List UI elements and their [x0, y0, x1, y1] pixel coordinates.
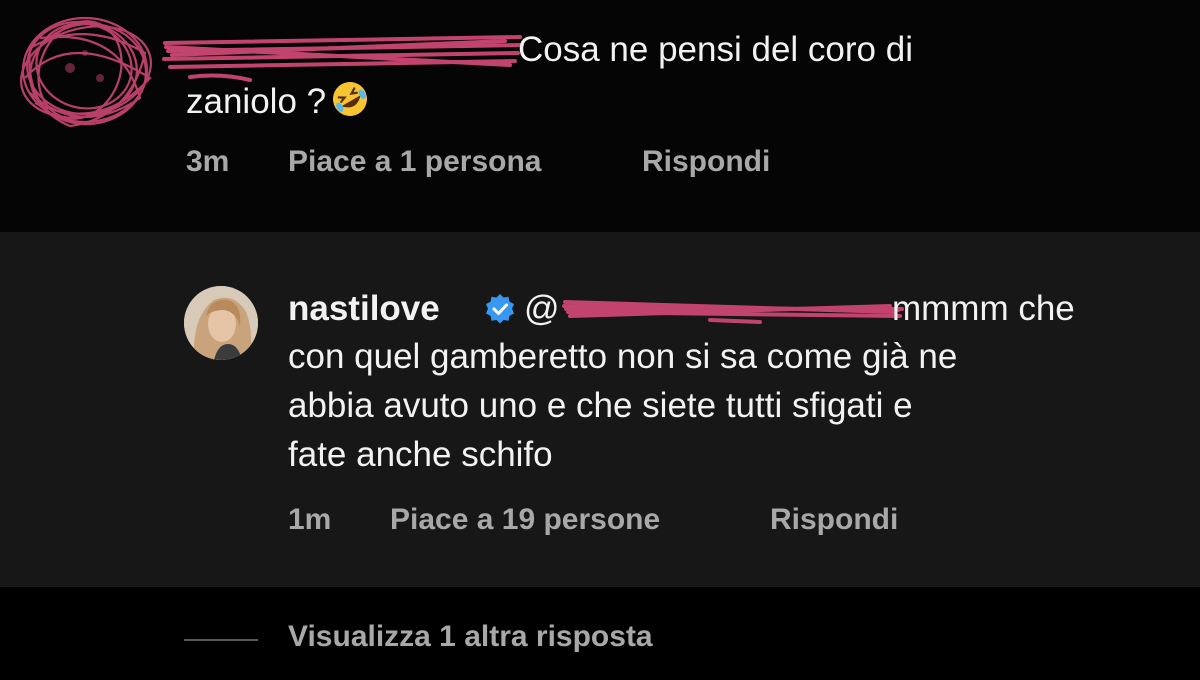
reply-text-line: con quel gamberetto non si sa come già n… — [288, 337, 958, 376]
reply-mention-prefix[interactable]: @ — [524, 286, 560, 332]
comment-text-line1: Cosa ne pensi del coro di — [518, 30, 913, 69]
reply-username-link[interactable]: nastilove — [288, 286, 440, 332]
redacted-avatar-scribble — [19, 16, 153, 128]
view-more-replies-button[interactable]: Visualizza 1 altra risposta — [288, 620, 653, 654]
comment-reply-button[interactable]: Rispondi — [642, 145, 770, 179]
reply-timestamp: 1m — [288, 503, 332, 536]
reply-likes-link[interactable]: Piace a 19 persone — [390, 503, 660, 537]
comment-container: Cosa ne pensi del coro di zaniolo ? 3m P… — [0, 0, 1200, 232]
comment-timestamp: 3m — [186, 145, 230, 178]
reply-text-line: fate anche schifo — [288, 435, 553, 474]
view-replies-divider — [184, 639, 258, 641]
reply-reply-button[interactable]: Rispondi — [770, 503, 898, 537]
avatar[interactable] — [184, 286, 258, 360]
instagram-comments-screen: Cosa ne pensi del coro di zaniolo ? 3m P… — [0, 0, 1200, 680]
rolling-on-floor-laughing-emoji-icon — [333, 82, 368, 116]
reply-text-body: con quel gamberetto non si sa come già n… — [288, 332, 957, 479]
verified-badge-icon — [486, 294, 514, 324]
comment-likes-link[interactable]: Piace a 1 persona — [288, 145, 541, 179]
comment-text-line2-text: zaniolo ? — [186, 82, 327, 121]
reply-text-line1: mmmm che — [892, 289, 1075, 328]
reply-text-line: abbia avuto uno e che siete tutti sfigat… — [288, 386, 913, 425]
profile-photo — [184, 286, 258, 360]
comment-text-line2: zaniolo ? — [186, 76, 370, 128]
redacted-mention-scribble — [562, 300, 904, 324]
